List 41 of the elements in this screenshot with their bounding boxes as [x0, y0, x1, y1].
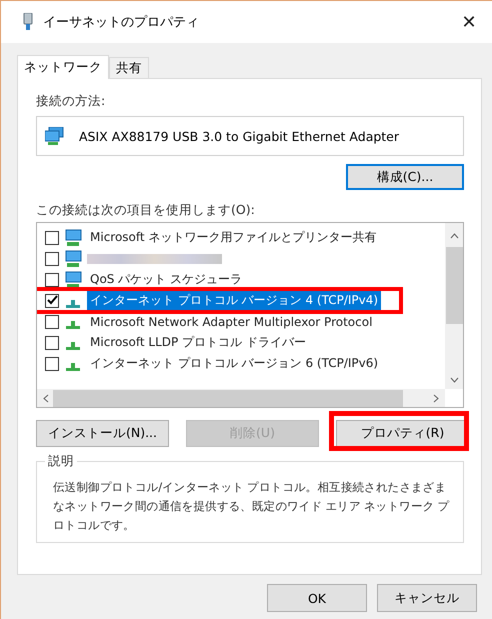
checkbox[interactable] — [45, 252, 59, 266]
computer-icon — [64, 270, 82, 288]
connect-using-label: 接続の方法: — [36, 93, 106, 110]
checkbox[interactable] — [45, 336, 59, 350]
checkbox[interactable] — [45, 230, 59, 244]
scroll-down-icon[interactable] — [450, 377, 458, 383]
items-label: この接続は次の項目を使用します(O): — [36, 202, 256, 219]
computer-icon — [64, 228, 82, 246]
item-button[interactable]: インストール(N)... — [36, 420, 169, 447]
computer-icon — [64, 250, 82, 268]
protocol-icon — [66, 362, 80, 370]
list-item[interactable]: インターネット プロトコル バージョン 6 (TCP/IPv6) — [87, 354, 382, 373]
adapter-icon — [23, 13, 33, 31]
tab[interactable]: 共有 — [109, 57, 149, 78]
tab[interactable]: ネットワーク — [17, 55, 109, 79]
dialog-button[interactable]: OK — [267, 584, 367, 612]
checkbox[interactable] — [45, 356, 59, 370]
scroll-up-icon[interactable] — [450, 233, 458, 239]
checkbox[interactable] — [45, 294, 59, 308]
protocol-icon — [66, 320, 80, 328]
protocol-icon — [66, 342, 80, 350]
list-item[interactable]: Microsoft LLDP プロトコル ドライバー — [87, 333, 309, 352]
scroll-right-icon[interactable] — [433, 394, 439, 402]
vertical-scrollbar[interactable] — [445, 223, 463, 389]
description-title: 説明 — [45, 453, 77, 470]
description-text: 伝送制御プロトコル/インターネット プロトコル。相互接続されたさまざまなネットワーク間の通信を提供する、既定のワイド エリア ネットワーク プロトコルです。 — [53, 479, 450, 534]
network-icon — [45, 127, 65, 145]
list-item[interactable]: Microsoft Network Adapter Multiplexor Protocol — [87, 314, 376, 330]
checkbox[interactable] — [45, 314, 59, 328]
protocol-icon — [66, 300, 80, 308]
dialog-button[interactable]: キャンセル — [377, 584, 477, 612]
list-item[interactable]: QoS パケット スケジューラ — [87, 270, 246, 289]
list-item[interactable]: Microsoft ネットワーク用ファイルとプリンター共有 — [87, 228, 380, 247]
scroll-left-icon[interactable] — [43, 394, 49, 402]
close-button[interactable]: ✕ — [446, 1, 492, 43]
horizontal-scrollbar[interactable] — [37, 389, 445, 407]
configure-button[interactable]: 構成(C)... — [346, 164, 464, 190]
window-title: イーサネットのプロパティ — [43, 14, 200, 31]
adapter-name: ASIX AX88179 USB 3.0 to Gigabit Ethernet Adapter — [79, 128, 400, 144]
list-item[interactable]: インターネット プロトコル バージョン 4 (TCP/IPv4) — [87, 291, 382, 310]
checkbox[interactable] — [45, 272, 59, 286]
